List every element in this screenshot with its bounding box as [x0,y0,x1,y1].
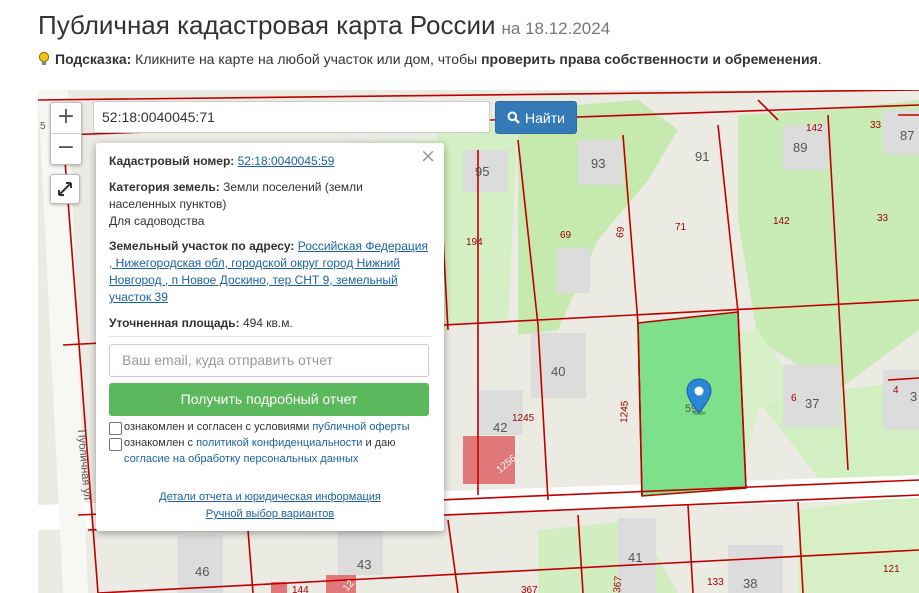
cadastral-number-link[interactable]: 52:18:0040045:59 [238,154,335,168]
cadastral-number-row: Кадастровый номер: 52:18:0040045:59 [109,154,335,168]
map-label-367a: 367 [521,585,538,593]
fullscreen-icon [58,182,72,196]
zoom-control: + − [50,102,82,165]
fullscreen-button[interactable] [50,174,80,204]
hint-text: Кликните на карте на любой участок или д… [131,51,482,67]
land-purpose: Для садоводства [109,214,205,228]
map-label-87: 87 [900,128,914,143]
map-label-41: 41 [628,550,642,565]
map-label-1245b: 1245 [619,400,631,423]
map-marker-icon[interactable] [686,378,712,416]
email-field[interactable]: Ваш email, куда отправить отчет [109,344,429,377]
map-label-71: 71 [675,222,687,233]
page-title: Публичная кадастровая карта России на 18.… [38,10,611,40]
map-label-142a: 142 [806,123,823,134]
hint-line: Подсказка: Кликните на карте на любой уч… [38,51,822,67]
hint-bold: проверить права собственности и обремене… [481,51,818,67]
land-category-row: Категория земель: Земли поселений (земли… [109,180,363,211]
map-label-33a: 33 [870,120,882,131]
map-label-37: 37 [805,396,819,411]
map-label-95: 95 [475,164,489,179]
map-label-43: 43 [357,557,371,572]
page-date: на 18.12.2024 [501,19,611,38]
map-label-89: 89 [793,140,807,155]
divider [109,336,431,337]
search-input[interactable] [93,101,490,133]
map-label-367b: 367 [612,575,624,593]
privacy-text: ознакомлен с политикой конфиденциальност… [124,437,396,465]
details-link[interactable]: Детали отчета и юридическая информация [96,491,444,503]
map-label-4: 4 [893,385,899,396]
public-offer-link[interactable]: публичной оферты [312,421,409,433]
map-label-5: 5 [40,121,46,132]
privacy-policy-link[interactable]: политикой конфиденциальности [196,437,362,449]
map-label-144: 144 [292,585,309,593]
map-label-69b: 69 [615,226,627,238]
area-row: Уточненная площадь: 494 кв.м. [109,316,293,330]
hint-label: Подсказка: [55,51,132,67]
map-label-42: 42 [493,420,507,435]
map-label-133: 133 [707,577,724,588]
map-label-69a: 69 [560,230,572,241]
search-button-label: Найти [525,109,565,126]
address-row: Земельный участок по адресу: Российская … [109,239,428,304]
search-icon [507,111,520,124]
map-label-38: 38 [743,576,757,591]
map-label-91: 91 [695,149,709,164]
map-label-33b: 33 [877,213,889,224]
offer-checkbox[interactable] [109,422,122,435]
search-button[interactable]: Найти [495,101,577,134]
lightbulb-icon [38,51,50,65]
map-label-3: 3 [910,389,917,404]
cadastral-map[interactable]: 95 93 91 89 142 33 87 194 69 69 71 142 3… [38,90,919,593]
zoom-in-button[interactable]: + [51,103,81,133]
map-label-142b: 142 [773,216,790,227]
offer-text: ознакомлен и согласен с условиями публич… [124,421,410,433]
map-label-121: 121 [883,564,900,575]
parcel-info-popup: × Кадастровый номер: 52:18:0040045:59 Ка… [96,143,444,531]
manual-selection-link[interactable]: Ручной выбор вариантов [96,508,444,520]
map-label-93: 93 [591,156,605,171]
zoom-out-button[interactable]: − [51,133,81,164]
map-label-46: 46 [195,564,209,579]
data-consent-link[interactable]: согласие на обработку персональных данны… [124,453,358,465]
privacy-checkbox[interactable] [109,438,122,451]
map-label-1245a: 1245 [512,413,535,424]
map-label-194: 194 [466,237,483,248]
get-report-button[interactable]: Получить подробный отчет [109,383,429,416]
map-label-6: 6 [791,393,797,404]
map-label-40: 40 [551,364,565,379]
